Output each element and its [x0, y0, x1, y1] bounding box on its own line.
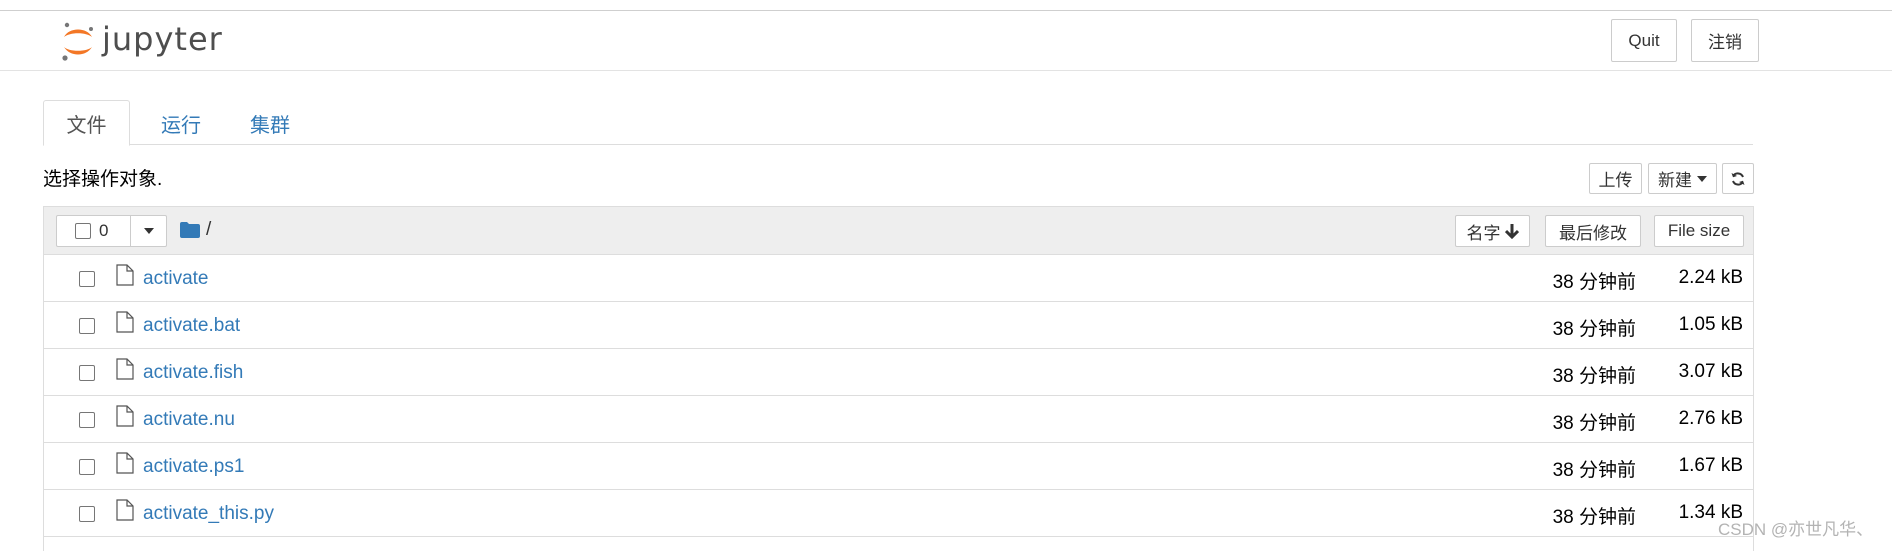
refresh-button[interactable] [1722, 163, 1754, 194]
tab-files[interactable]: 文件 [43, 100, 130, 146]
file-row[interactable]: activate.bat 38 分钟前 1.05 kB [44, 302, 1753, 349]
row-checkbox[interactable] [79, 365, 95, 381]
file-icon [116, 405, 134, 427]
header-bar: jupyter Quit 注销 [0, 11, 1892, 71]
tab-clusters[interactable]: 集群 [231, 100, 309, 146]
upload-button[interactable]: 上传 [1589, 163, 1642, 194]
file-name-link[interactable]: activate_this.py [143, 503, 274, 525]
refresh-icon [1731, 171, 1745, 186]
new-dropdown-button[interactable]: 新建 [1648, 163, 1717, 194]
file-list: 0 / 名字 最后修改 File size activate 38 分钟前 2.… [43, 206, 1754, 551]
select-all-toggle[interactable]: 0 [57, 216, 131, 246]
row-checkbox[interactable] [79, 506, 95, 522]
selected-count: 0 [99, 221, 109, 240]
file-size: 2.24 kB [1678, 267, 1743, 288]
row-checkbox[interactable] [79, 412, 95, 428]
sort-by-modified-button[interactable]: 最后修改 [1545, 215, 1641, 247]
file-icon [116, 264, 134, 286]
folder-icon [180, 222, 200, 238]
file-icon [116, 358, 134, 380]
breadcrumb[interactable]: / [180, 219, 211, 241]
logout-button[interactable]: 注销 [1691, 19, 1759, 62]
file-modified: 38 分钟前 [1552, 507, 1636, 528]
selection-hint: 选择操作对象. [43, 169, 163, 190]
sort-by-name-button[interactable]: 名字 [1455, 215, 1530, 247]
select-menu-button[interactable] [131, 216, 166, 246]
file-size: 1.05 kB [1678, 314, 1743, 335]
file-modified: 38 分钟前 [1552, 319, 1636, 340]
breadcrumb-root[interactable]: / [206, 219, 211, 241]
arrow-down-icon [1504, 224, 1519, 239]
file-row[interactable]: activate 38 分钟前 2.24 kB [44, 255, 1753, 302]
caret-down-icon [143, 228, 154, 234]
file-modified: 38 分钟前 [1552, 272, 1636, 293]
select-all-group: 0 [56, 215, 167, 247]
caret-down-icon [1697, 175, 1707, 182]
file-icon [116, 311, 134, 333]
tab-running[interactable]: 运行 [141, 100, 221, 146]
csdn-watermark: CSDN @亦世凡华、 [1718, 520, 1874, 539]
file-row[interactable]: activate.fish 38 分钟前 3.07 kB [44, 349, 1753, 396]
sort-by-size-button[interactable]: File size [1654, 215, 1744, 247]
file-row[interactable]: activate_this.py 38 分钟前 1.34 kB [44, 490, 1753, 537]
file-name-link[interactable]: activate.fish [143, 362, 243, 384]
file-icon [116, 452, 134, 474]
jupyter-logo[interactable]: jupyter [60, 17, 223, 67]
file-list-header: 0 / 名字 最后修改 File size [44, 207, 1753, 255]
file-name-link[interactable]: activate [143, 268, 208, 290]
file-row[interactable]: activate.nu 38 分钟前 2.76 kB [44, 396, 1753, 443]
file-name-link[interactable]: activate.ps1 [143, 456, 244, 478]
file-modified: 38 分钟前 [1552, 413, 1636, 434]
file-name-link[interactable]: activate.bat [143, 315, 240, 337]
row-checkbox[interactable] [79, 271, 95, 287]
jupyter-logo-icon [62, 22, 93, 61]
tab-bar: 文件 运行 集群 [43, 100, 1753, 146]
row-checkbox[interactable] [79, 459, 95, 475]
new-button-label: 新建 [1658, 171, 1692, 190]
sort-name-label: 名字 [1466, 223, 1501, 243]
file-size: 1.67 kB [1678, 455, 1743, 476]
file-modified: 38 分钟前 [1552, 460, 1636, 481]
logo-text: jupyter [102, 20, 223, 58]
file-size: 3.07 kB [1678, 361, 1743, 382]
file-name-link[interactable]: activate.nu [143, 409, 235, 431]
row-checkbox[interactable] [79, 318, 95, 334]
file-row[interactable]: activate.ps1 38 分钟前 1.67 kB [44, 443, 1753, 490]
quit-button[interactable]: Quit [1611, 19, 1677, 62]
file-modified: 38 分钟前 [1552, 366, 1636, 387]
file-icon [116, 499, 134, 521]
select-all-checkbox[interactable] [75, 223, 91, 239]
file-size: 2.76 kB [1678, 408, 1743, 429]
